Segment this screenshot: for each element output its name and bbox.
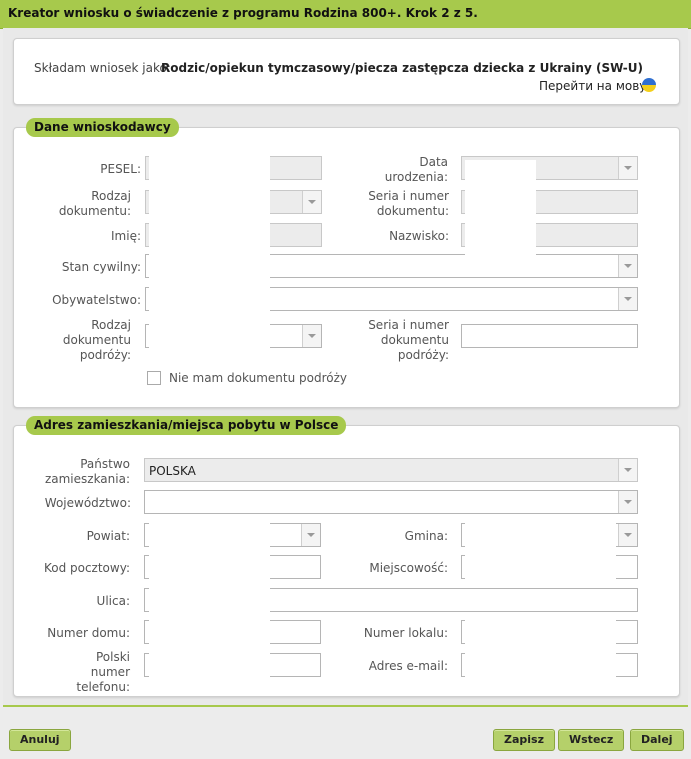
applicant-data-panel: Dane wnioskodawcy PESEL: Data urodzenia:… (13, 118, 680, 408)
first-name-label: Imię: (111, 229, 141, 243)
postal-code-label: Kod pocztowy: (43, 561, 130, 575)
chevron-down-icon[interactable] (618, 491, 637, 513)
redaction-block (149, 155, 270, 371)
no-travel-doc-label[interactable]: Nie mam dokumentu podróży (169, 371, 347, 385)
chevron-down-icon[interactable] (302, 191, 321, 213)
chevron-down-icon[interactable] (302, 325, 321, 347)
chevron-down-icon[interactable] (618, 459, 637, 481)
country-value: POLSKA (149, 464, 196, 478)
phone-label: Polski numer telefonu: (76, 650, 130, 694)
last-name-label: Nazwisko: (389, 229, 449, 243)
country-select[interactable]: POLSKA (144, 458, 638, 482)
language-link[interactable]: Перейти на мову: (539, 79, 650, 93)
chevron-down-icon[interactable] (618, 524, 637, 546)
cancel-button[interactable]: Anuluj (9, 729, 71, 751)
voivodeship-select[interactable] (144, 490, 638, 514)
applicant-type-panel: Składam wniosek jako: Rodzic/opiekun tym… (13, 38, 680, 105)
city-label: Miejscowość: (369, 561, 448, 575)
address-panel: Adres zamieszkania/miejsca pobytu w Pols… (13, 416, 680, 697)
country-label: Państwo zamieszkania: (44, 457, 130, 486)
applicant-section-legend: Dane wnioskodawcy (26, 118, 179, 137)
chevron-down-icon[interactable] (618, 255, 637, 277)
title-bar: Kreator wniosku o świadczenie z programu… (0, 0, 691, 29)
chevron-down-icon[interactable] (618, 157, 637, 179)
doc-number-label: Seria i numer dokumentu: (368, 189, 449, 218)
chevron-down-icon[interactable] (618, 288, 637, 310)
travel-doc-number-field[interactable] (461, 324, 638, 348)
pesel-label: PESEL: (100, 162, 141, 176)
marital-status-label: Stan cywilny: (61, 260, 141, 274)
voivodeship-label: Województwo: (44, 496, 131, 510)
back-button[interactable]: Wstecz (558, 729, 625, 751)
citizenship-label: Obywatelstwo: (52, 293, 141, 307)
redaction-block (465, 160, 536, 276)
next-button[interactable]: Dalej (630, 729, 684, 751)
email-label: Adres e-mail: (368, 659, 448, 673)
redaction-block (149, 518, 270, 696)
save-button[interactable]: Zapisz (493, 729, 555, 751)
birth-date-label: Data urodzenia: (384, 155, 448, 184)
redaction-block (465, 518, 616, 583)
travel-doc-number-label: Seria i numer dokumentu podróży: (368, 318, 449, 362)
no-travel-doc-checkbox[interactable] (147, 371, 161, 385)
county-label: Powiat: (86, 529, 130, 543)
commune-label: Gmina: (404, 529, 448, 543)
window-title: Kreator wniosku o świadczenie z programu… (8, 6, 478, 20)
applicant-type-label: Składam wniosek jako: (34, 61, 171, 75)
form-wrapper: Składam wniosek jako: Rodzic/opiekun tym… (3, 28, 688, 707)
redaction-block (465, 616, 616, 696)
street-label: Ulica: (96, 594, 130, 608)
doc-type-label: Rodzaj dokumentu: (58, 189, 131, 218)
ukraine-flag-icon[interactable] (642, 78, 656, 92)
applicant-type-value: Rodzic/opiekun tymczasowy/piecza zastępc… (161, 61, 643, 75)
flat-number-label: Numer lokalu: (363, 626, 448, 640)
chevron-down-icon[interactable] (301, 524, 320, 546)
house-number-label: Numer domu: (47, 626, 130, 640)
address-section-legend: Adres zamieszkania/miejsca pobytu w Pols… (26, 416, 347, 435)
travel-doc-type-label: Rodzaj dokumentu podróży: (62, 318, 131, 362)
